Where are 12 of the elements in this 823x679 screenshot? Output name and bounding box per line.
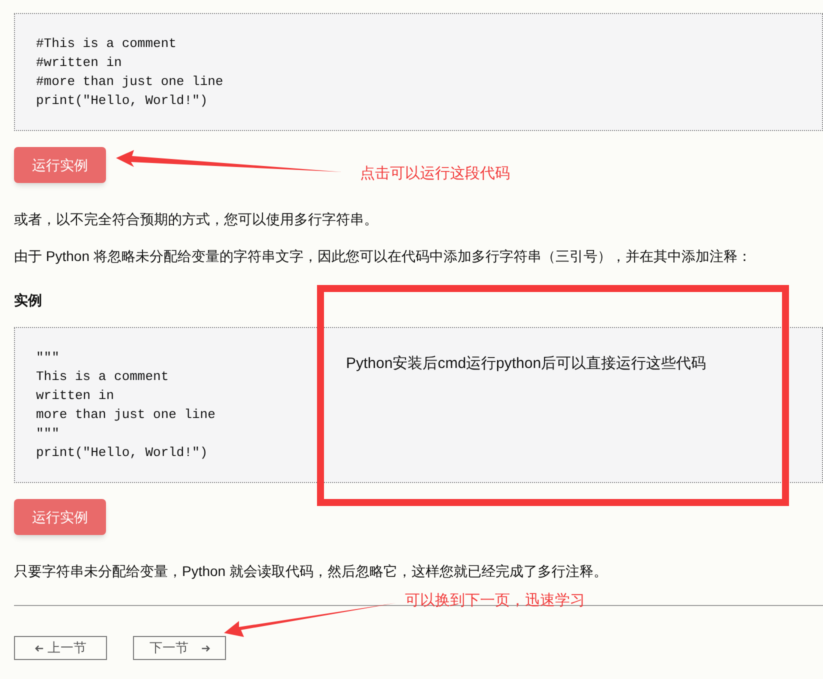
right-arrow-icon [200,644,210,652]
paragraph: 或者，以不完全符合预期的方式，您可以使用多行字符串。 [14,210,379,229]
left-arrow-icon [34,644,44,652]
next-section-button[interactable]: 下一节 [133,636,226,660]
example-heading: 实例 [14,291,43,310]
previous-section-button[interactable]: 上一节 [14,636,107,660]
annotation-text: 可以换到下一页，迅速学习 [405,591,585,611]
paragraph: 只要字符串未分配给变量，Python 就会读取代码，然后忽略它，这样您就已经完成了多行注释。 [14,562,608,581]
annotation-text: Python安装后cmd运行python后可以直接运行这些代码 [346,355,706,372]
annotation-text: 点击可以运行这段代码 [360,164,510,184]
code-block: #This is a comment #written in #more than just one line print("Hello, World!") [14,13,823,131]
paragraph: 由于 Python 将忽略未分配给变量的字符串文字，因此您可以在代码中添加多行字符串（三引号），并在其中添加注释： [14,247,752,266]
